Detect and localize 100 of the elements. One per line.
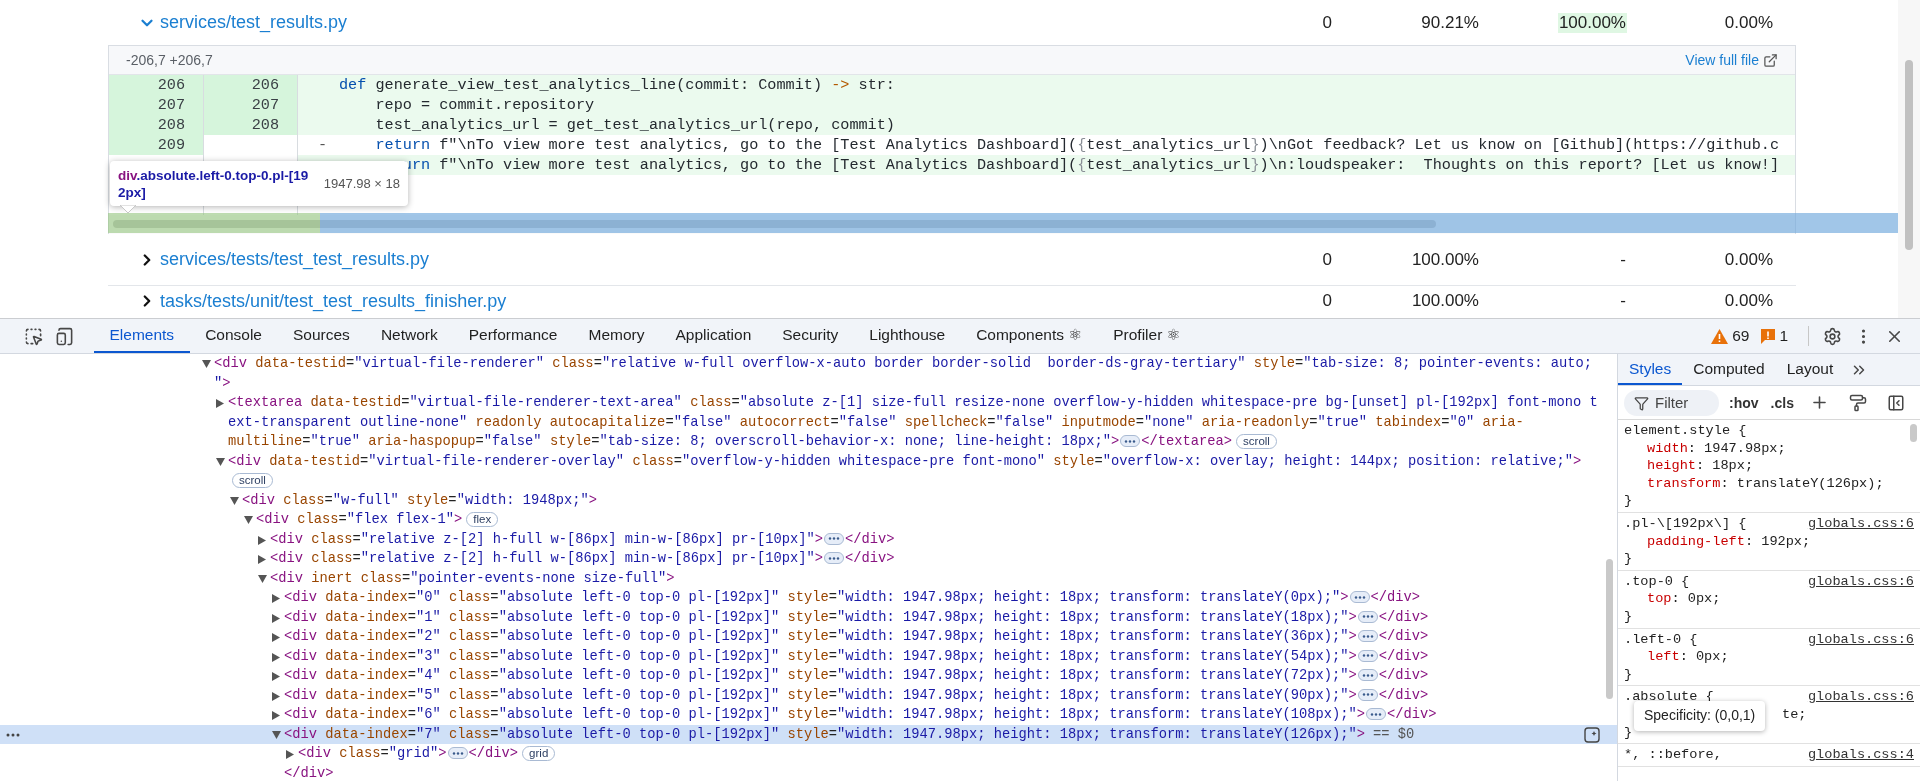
dom-tree-row[interactable]: <div data-index="0" class="absolute left-0 top-0 pl-[192px]" style="width: 1947.98px; height: 18px; transform: translateY(0px);"> </div>: [0, 588, 1617, 608]
triangle-right-icon[interactable]: [286, 750, 294, 759]
triangle-down-icon[interactable]: [272, 730, 281, 739]
devtools-tab[interactable]: Application: [659, 319, 767, 353]
triangle-right-icon[interactable]: [272, 691, 280, 701]
styles-tab[interactable]: Layout: [1775, 354, 1845, 385]
devtools-tab[interactable]: Elements: [94, 319, 190, 353]
triangle-right-icon[interactable]: [272, 711, 280, 720]
source-link[interactable]: globals.css:6: [1807, 630, 1914, 649]
scrollbar-thumb[interactable]: [1905, 60, 1913, 250]
triangle-right-icon[interactable]: [216, 399, 224, 408]
devtools-tab[interactable]: Lighthouse: [853, 319, 961, 353]
triangle-right-icon[interactable]: [258, 535, 266, 545]
ellipsis-button[interactable]: [447, 747, 468, 760]
ellipsis-icon[interactable]: [1361, 634, 1374, 638]
triangle-right-icon[interactable]: [272, 652, 280, 662]
ellipsis-button[interactable]: [1349, 591, 1370, 604]
dom-tree-row[interactable]: <div data-index="4" class="absolute left-0 top-0 pl-[192px]" style="width: 1947.98px; height: 18px; transform: translateY(72px);"> </div>: [0, 666, 1617, 686]
class-toggle-button[interactable]: .cls: [1768, 394, 1796, 411]
dom-tree-row[interactable]: <div class="relative z-[2] h-full w-[86px] min-w-[86px] pr-[10px]"> </div>: [0, 549, 1617, 569]
ellipsis-button[interactable]: [1357, 669, 1378, 682]
dom-tree-row[interactable]: <div data-index="1" class="absolute left-0 top-0 pl-[192px]" style="width: 1947.98px; height: 18px; transform: translateY(18px);"> </div>: [0, 607, 1617, 627]
ellipsis-icon[interactable]: [1361, 615, 1374, 619]
scrollbar-thumb[interactable]: [113, 220, 1436, 228]
sparkle-square-icon[interactable]: [1584, 726, 1600, 743]
view-file-link[interactable]: View full file: [1685, 52, 1778, 68]
ellipsis-button[interactable]: [1357, 688, 1378, 701]
source-link[interactable]: globals.css:6: [1807, 688, 1914, 706]
styles-tab[interactable]: Styles: [1618, 354, 1683, 385]
devtools-tab[interactable]: Security: [766, 319, 854, 353]
source-link[interactable]: globals.css:4: [1807, 746, 1914, 764]
dom-tree-row[interactable]: <div class="grid"> </div> grid: [0, 744, 1617, 764]
ellipsis-icon[interactable]: [827, 537, 840, 541]
devtools-tab[interactable]: Console: [189, 319, 278, 353]
triangle-down-icon[interactable]: [244, 516, 253, 524]
inspect-icon[interactable]: [24, 326, 43, 346]
ellipsis-button[interactable]: [823, 552, 844, 565]
triangle-right-icon[interactable]: [272, 672, 280, 681]
triangle-down-icon[interactable]: [258, 574, 267, 583]
external-link-icon[interactable]: [1763, 52, 1778, 68]
devtools-tab[interactable]: Components ⚛: [960, 319, 1098, 353]
file-link[interactable]: services/test_results.py: [108, 12, 348, 33]
devtools-tab[interactable]: Network: [365, 319, 454, 353]
ellipsis-icon[interactable]: [1370, 712, 1383, 716]
ellipsis-button[interactable]: [1120, 435, 1141, 448]
dom-tree-row[interactable]: <div data-index="6" class="absolute left-0 top-0 pl-[192px]" style="width: 1947.98px; height: 18px; transform: translateY(108px);"> </div>: [0, 705, 1617, 725]
scrollbar-thumb[interactable]: [1606, 559, 1613, 699]
source-link[interactable]: globals.css:6: [1807, 514, 1914, 533]
css-selector: .top-0 {: [1624, 572, 1690, 591]
hover-state-button[interactable]: :hov: [1727, 394, 1761, 411]
ellipsis-icon[interactable]: [1361, 693, 1374, 697]
ellipsis-button[interactable]: [1357, 649, 1378, 662]
triangle-down-icon[interactable]: [216, 457, 225, 466]
source-link[interactable]: globals.css:6: [1807, 572, 1914, 591]
ellipsis-icon[interactable]: [1361, 673, 1374, 677]
dom-tree-row[interactable]: <div class="flex flex-1"> flex: [0, 510, 1617, 530]
css-selector: *, ::before,: [1624, 746, 1722, 764]
scrollbar-thumb[interactable]: [1910, 424, 1917, 442]
dom-tree-row[interactable]: <div data-testid="virtual-file-renderer-overlay" class="overflow-y-hidden whitespace-pre font-mono" style="overflow-x: overlay; height: 144px; position: relative;"> scroll: [0, 451, 1617, 491]
file-link[interactable]: tasks/tests/unit/test_test_results_finisher.py: [108, 290, 507, 312]
dom-tree-row[interactable]: <div class="relative z-[2] h-full w-[86px] min-w-[86px] pr-[10px]"> </div>: [0, 529, 1617, 549]
issue-count[interactable]: 1: [1779, 327, 1788, 345]
triangle-down-icon[interactable]: [202, 360, 211, 368]
triangle-right-icon[interactable]: [258, 555, 266, 564]
devtools-tab[interactable]: Profiler ⚛: [1097, 319, 1197, 353]
triangle-right-icon[interactable]: [272, 633, 280, 642]
triangle-right-icon[interactable]: [272, 594, 280, 603]
devtools-tab[interactable]: Sources: [277, 319, 366, 353]
ellipsis-icon[interactable]: [451, 751, 464, 755]
ellipsis-button[interactable]: [823, 532, 844, 545]
warning-count[interactable]: 69: [1732, 327, 1750, 345]
ellipsis-icon[interactable]: [827, 556, 840, 560]
dom-tree-row[interactable]: <div data-index="3" class="absolute left-0 top-0 pl-[192px]" style="width: 1947.98px; height: 18px; transform: translateY(54px);"> </div>: [0, 646, 1617, 666]
dom-tree-row[interactable]: <div class="w-full" style="width: 1948px;">: [0, 490, 1617, 510]
dom-tree-row[interactable]: <div data-index="2" class="absolute left-0 top-0 pl-[192px]" style="width: 1947.98px; height: 18px; transform: translateY(36px);"> </div>: [0, 627, 1617, 647]
issue-icon[interactable]: [1761, 328, 1776, 344]
dom-tree-row[interactable]: <div data-index="7" class="absolute left-0 top-0 pl-[192px]" style="width: 1947.98px; height: 18px; transform: translateY(126px);"> == $0: [0, 724, 1617, 744]
warning-icon[interactable]: [1711, 328, 1729, 344]
ellipsis-icon[interactable]: [1353, 595, 1366, 599]
sidebar-toggle-icon[interactable]: [1886, 393, 1905, 412]
css-declaration: width: 1947.98px;: [1647, 440, 1786, 456]
settings-icon[interactable]: [1823, 326, 1842, 346]
dom-tree-row[interactable]: <div data-testid="virtual-file-renderer" class="relative w-full overflow-x-auto border border-solid border-ds-gray-tertiary" style="tab-size: 8; pointer-events: auto; ">: [0, 354, 1617, 393]
ellipsis-button[interactable]: [1357, 610, 1378, 623]
ellipsis-icon[interactable]: [1361, 654, 1374, 658]
dom-tree-row[interactable]: <div inert class="pointer-events-none size-full">: [0, 568, 1617, 588]
triangle-down-icon[interactable]: [230, 496, 239, 505]
devtools-tab[interactable]: Memory: [572, 319, 660, 353]
dom-tree-row[interactable]: <div data-index="5" class="absolute left-0 top-0 pl-[192px]" style="width: 1947.98px; height: 18px; transform: translateY(90px);"> </div>: [0, 685, 1617, 705]
file-link[interactable]: services/tests/test_test_results.py: [108, 249, 430, 270]
ellipsis-icon[interactable]: [1124, 439, 1137, 443]
triangle-right-icon[interactable]: [272, 613, 280, 623]
paint-roller-icon[interactable]: [1848, 393, 1867, 412]
filter-field[interactable]: Filter: [1624, 389, 1719, 416]
ellipsis-button[interactable]: [1366, 708, 1387, 721]
more-icon[interactable]: [6, 732, 20, 737]
devtools-tab[interactable]: Performance: [453, 319, 573, 353]
device-toolbar-icon[interactable]: [55, 326, 74, 346]
styles-tab[interactable]: Computed: [1682, 354, 1776, 385]
ellipsis-button[interactable]: [1357, 630, 1378, 643]
